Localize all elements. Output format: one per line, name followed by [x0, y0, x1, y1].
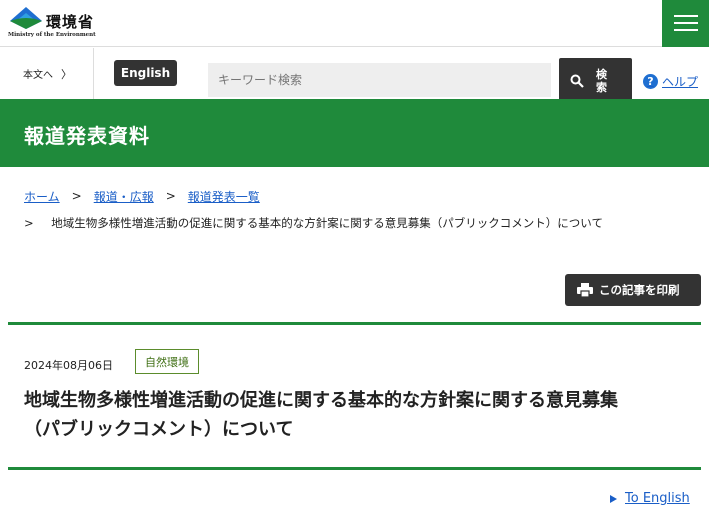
category-tag[interactable]: 自然環境 — [135, 349, 199, 374]
triangle-right-icon — [610, 494, 617, 503]
menu-button[interactable] — [662, 0, 709, 47]
logo-mark-icon — [10, 7, 42, 29]
to-english-link[interactable]: To English — [610, 491, 690, 506]
hamburger-icon — [674, 22, 698, 24]
breadcrumb-current: 地域生物多様性増進活動の促進に関する基本的な方針案に関する意見募集（パブリックコ… — [51, 216, 603, 230]
logo-name: 環境省 — [46, 13, 95, 31]
search-button-label: 検索 — [596, 68, 607, 94]
site-header: 環境省 Ministry of the Environment — [0, 0, 709, 47]
breadcrumb-separator: > — [71, 189, 82, 203]
divider-bottom — [8, 467, 701, 470]
print-label: この記事を印刷 — [599, 283, 680, 297]
skip-to-content-link[interactable]: 本文へ 〉 — [0, 48, 94, 99]
breadcrumb: ホーム > 報道・広報 > 報道発表一覧 > 地域生物多様性増進活動の促進に関す… — [24, 188, 694, 231]
help-link[interactable]: ? ヘルプ — [643, 72, 698, 90]
hamburger-icon — [674, 29, 698, 31]
english-button[interactable]: English — [114, 60, 177, 86]
utility-bar: 本文へ 〉 English 検索 ? ヘルプ — [0, 48, 709, 104]
article-title-line-2: （パブリックコメント）について — [24, 419, 294, 440]
skip-label: 本文へ — [23, 70, 53, 81]
breadcrumb-home-link[interactable]: ホーム — [24, 188, 60, 205]
breadcrumb-press-list-link[interactable]: 報道発表一覧 — [188, 188, 260, 205]
logo-subtitle: Ministry of the Environment — [8, 32, 96, 38]
printer-icon — [577, 283, 593, 297]
help-label: ヘルプ — [662, 74, 699, 89]
search-icon — [570, 74, 584, 88]
to-english-label: To English — [625, 491, 690, 506]
breadcrumb-separator: > — [24, 216, 34, 230]
search-button[interactable]: 検索 — [559, 58, 632, 104]
article-title: 地域生物多様性増進活動の促進に関する基本的な方針案に関する意見募集 （パブリック… — [24, 386, 684, 444]
hamburger-icon — [674, 15, 698, 17]
section-title-band: 報道発表資料 — [0, 99, 709, 167]
chevron-right-icon: 〉 — [61, 67, 72, 81]
print-button[interactable]: この記事を印刷 — [565, 274, 701, 306]
article-date: 2024年08月06日 — [24, 359, 113, 372]
site-logo[interactable]: 環境省 Ministry of the Environment — [8, 5, 108, 41]
article-title-line-1: 地域生物多様性増進活動の促進に関する基本的な方針案に関する意見募集 — [24, 390, 618, 411]
help-icon: ? — [643, 73, 658, 89]
breadcrumb-separator: > — [165, 189, 176, 203]
breadcrumb-press-link[interactable]: 報道・広報 — [94, 188, 154, 205]
divider-top — [8, 322, 701, 325]
search-input[interactable] — [208, 63, 551, 97]
page-title: 報道発表資料 — [24, 124, 150, 148]
